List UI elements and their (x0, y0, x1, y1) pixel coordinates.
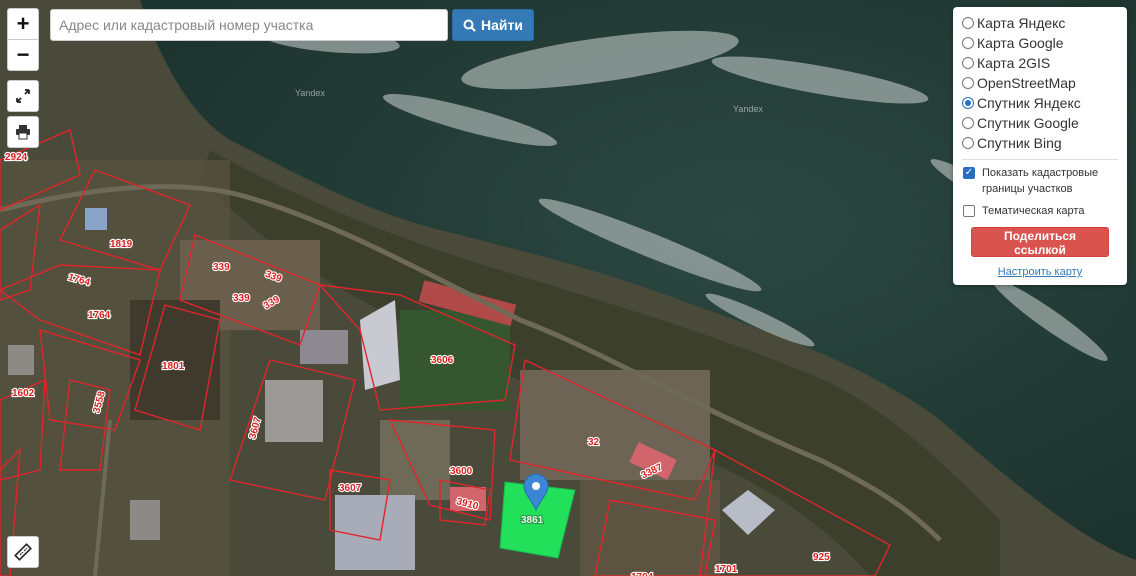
parcel-label: 925 (813, 552, 830, 563)
parcel-label: 3607 (339, 483, 362, 494)
layer-option-label: Карта Google (977, 35, 1064, 51)
print-button[interactable] (7, 116, 39, 148)
radio-button[interactable] (962, 117, 974, 129)
show-cadastral-option[interactable]: ✓ Показать кадастровые границы участков (962, 165, 1118, 197)
layer-panel: Карта Яндекс Карта Google Карта 2GIS Ope… (953, 7, 1127, 285)
show-cadastral-label: Показать кадастровые границы участков (982, 167, 1099, 195)
layer-option-google-satellite[interactable]: Спутник Google (962, 113, 1118, 133)
parcel-label: 1704 (631, 572, 654, 576)
thematic-map-option[interactable]: Тематическая карта (962, 203, 1118, 219)
parcel-label: 1701 (715, 564, 738, 575)
watermark: Yandex (295, 88, 325, 98)
layer-option-bing-satellite[interactable]: Спутник Bing (962, 133, 1118, 153)
zoom-control: + − (7, 8, 39, 71)
parcel-label: 339 (233, 293, 250, 304)
fullscreen-button[interactable] (7, 80, 39, 112)
search-icon (463, 19, 476, 32)
layer-option-label: Спутник Яндекс (977, 95, 1081, 111)
ruler-icon (14, 543, 32, 561)
layer-option-label: OpenStreetMap (977, 75, 1076, 91)
checkbox[interactable] (963, 205, 975, 217)
watermark: Yandex (733, 104, 763, 114)
parcel-label: 2924 (5, 152, 28, 163)
radio-button[interactable] (962, 137, 974, 149)
layer-option-2gis-map[interactable]: Карта 2GIS (962, 53, 1118, 73)
parcel-label: 1819 (110, 239, 133, 250)
layer-option-yandex-satellite[interactable]: Спутник Яндекс (962, 93, 1118, 113)
layer-option-google-map[interactable]: Карта Google (962, 33, 1118, 53)
parcel-label: 339 (213, 262, 230, 273)
printer-icon (16, 125, 30, 140)
parcel-label: 1764 (88, 310, 111, 321)
layer-option-yandex-map[interactable]: Карта Яндекс (962, 13, 1118, 33)
parcel-label: 3861 (521, 515, 544, 526)
parcel-label: 1602 (12, 388, 35, 399)
find-button-label: Найти (481, 17, 523, 33)
radio-button-selected[interactable] (962, 97, 974, 109)
search-input[interactable] (50, 9, 448, 41)
parcel-label: 32 (588, 437, 600, 448)
find-button[interactable]: Найти (452, 9, 534, 41)
checkbox-checked[interactable]: ✓ (963, 167, 975, 179)
parcel-label: 3600 (450, 466, 473, 477)
expand-icon (16, 89, 30, 103)
layer-option-label: Карта Яндекс (977, 15, 1066, 31)
layer-option-osm[interactable]: OpenStreetMap (962, 73, 1118, 93)
layer-option-label: Спутник Google (977, 115, 1079, 131)
zoom-out-button[interactable]: − (8, 39, 38, 70)
layer-option-label: Карта 2GIS (977, 55, 1051, 71)
radio-button[interactable] (962, 77, 974, 89)
share-link-button[interactable]: Поделиться ссылкой (971, 227, 1109, 257)
parcel-label: 3606 (431, 355, 454, 366)
thematic-map-label: Тематическая карта (982, 205, 1085, 217)
ruler-button[interactable] (7, 536, 39, 568)
zoom-in-button[interactable]: + (8, 9, 38, 39)
setup-map-link[interactable]: Настроить карту (962, 266, 1118, 278)
radio-button[interactable] (962, 17, 974, 29)
parcel-label: 1801 (162, 361, 185, 372)
divider (962, 159, 1118, 160)
radio-button[interactable] (962, 57, 974, 69)
layer-option-label: Спутник Bing (977, 135, 1062, 151)
radio-button[interactable] (962, 37, 974, 49)
